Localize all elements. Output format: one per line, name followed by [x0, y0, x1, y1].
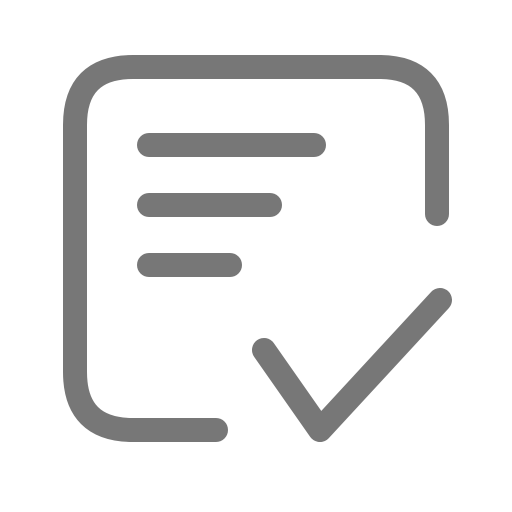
checkmark	[252, 288, 452, 442]
task-list-checked-icon	[63, 55, 452, 442]
icon-canvas	[0, 0, 512, 512]
